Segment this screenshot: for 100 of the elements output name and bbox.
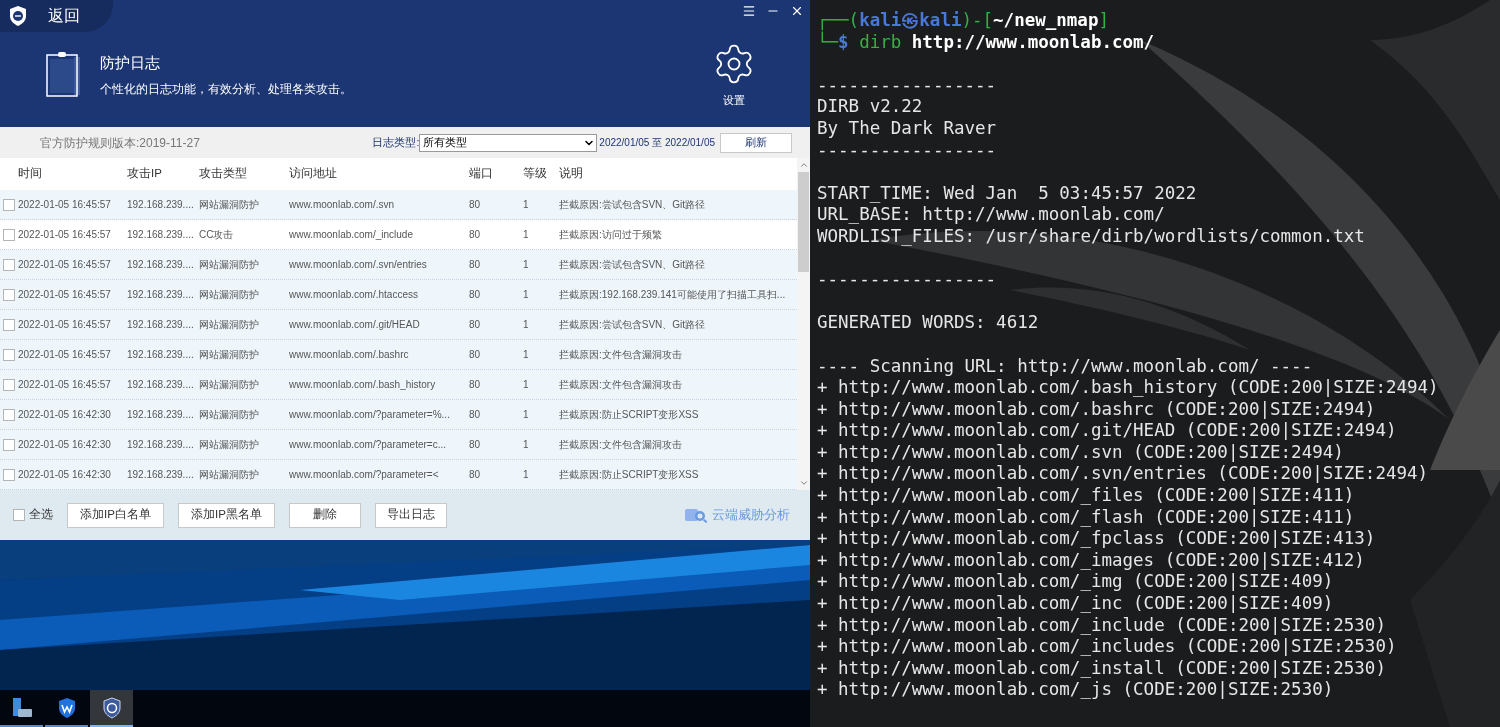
log-type-dropdown[interactable]: 所有类型: [419, 133, 598, 152]
table-cell-text: 拦截原因:文件包含漏洞攻击: [559, 378, 683, 392]
checkbox[interactable]: [3, 438, 15, 451]
table-cell-text: 192.168.239....: [127, 198, 195, 212]
checkbox[interactable]: [3, 228, 15, 241]
column-header: 攻击类型: [199, 166, 248, 182]
table-cell-text: 1: [523, 438, 530, 452]
table-cell-text: www.moonlab.com/.git/HEAD: [289, 318, 421, 332]
table-cell-text: 2022-01-05 16:42:30: [18, 468, 112, 482]
checkbox[interactable]: [13, 509, 25, 521]
table-cell-text: 网站漏洞防护: [199, 348, 260, 362]
shield-logo-icon: [101, 696, 122, 719]
table-cell-text: 2022-01-05 16:45:57: [18, 318, 112, 332]
table-cell-text: www.moonlab.com/?parameter=<: [289, 468, 440, 482]
table-row[interactable]: 2022-01-05 16:45:57 192.168.239.... 网站漏洞防护 www.moonlab.com/.git/HEAD 80 1 拦截原因:尝试包含SVN、Git路径: [0, 310, 797, 340]
table-row[interactable]: 2022-01-05 16:45:57 192.168.239.... 网站漏洞防护 www.moonlab.com/.bashrc 80 1 拦截原因:文件包含漏洞攻击: [0, 340, 797, 370]
select-all-label[interactable]: 全选: [29, 506, 53, 524]
table-cell-text: 网站漏洞防护: [199, 378, 260, 392]
table-cell-text: 拦截原因:192.168.239.141可能使用了扫描工具扫...: [559, 288, 787, 302]
table-cell-text: 192.168.239....: [127, 228, 195, 242]
table-cell-text: 192.168.239....: [127, 438, 195, 452]
table-cell-text: 1: [523, 468, 530, 482]
action-button[interactable]: 删除: [289, 502, 361, 528]
table-row[interactable]: 2022-01-05 16:45:57 192.168.239.... 网站漏洞防护 www.moonlab.com/.svn 80 1 拦截原因:尝试包含SVN、Git路径: [0, 190, 797, 220]
table-cell-text: 192.168.239....: [127, 318, 195, 332]
table-cell-text: 网站漏洞防护: [199, 468, 260, 482]
table-row[interactable]: 2022-01-05 16:42:30 192.168.239.... 网站漏洞防护 www.moonlab.com/?parameter=%... 80 1 拦截原因:防止SCRIPT变形XSS: [0, 400, 797, 430]
table-cell-text: www.moonlab.com/?parameter=c...: [289, 438, 447, 452]
action-button[interactable]: 添加IP黑名单: [178, 502, 275, 528]
page-subtitle: 个性化的日志功能，有效分析、处理各类攻击。: [100, 81, 352, 97]
taskbar-app[interactable]: [90, 690, 133, 727]
table-cell-text: 1: [523, 198, 530, 212]
table-cell-text: 80: [469, 258, 482, 272]
table-cell-text: CC攻击: [199, 228, 235, 242]
table-cell-text: 拦截原因:尝试包含SVN、Git路径: [559, 198, 707, 212]
table-row[interactable]: 2022-01-05 16:45:57 192.168.239.... 网站漏洞防护 www.moonlab.com/.svn/entries 80 1 拦截原因:尝试包含SVN、Git路径: [0, 250, 797, 280]
checkbox[interactable]: [3, 258, 15, 271]
refresh-button[interactable]: 刷新: [720, 132, 792, 153]
close-icon[interactable]: [790, 4, 804, 18]
shield-logo-icon: [8, 5, 28, 27]
table-cell-text: 192.168.239....: [127, 348, 195, 362]
table-row[interactable]: 2022-01-05 16:42:30 192.168.239.... 网站漏洞防护 www.moonlab.com/?parameter=< 80 1 拦截原因:防止SCRIPT变形XSS: [0, 460, 797, 490]
shield-icon: [56, 696, 77, 719]
checkbox[interactable]: [3, 288, 15, 301]
column-header: 端口: [469, 166, 494, 182]
checkbox[interactable]: [3, 318, 15, 331]
table-cell-text: 1: [523, 408, 530, 422]
table-row[interactable]: 2022-01-05 16:45:57 192.168.239.... 网站漏洞防护 www.moonlab.com/.bash_history 80 1 拦截原因:文件包含漏洞攻击: [0, 370, 797, 400]
checkbox[interactable]: [3, 468, 15, 481]
clipboard-icon: [46, 51, 82, 100]
column-header: 访问地址: [289, 166, 338, 182]
table-cell-text: 192.168.239....: [127, 258, 195, 272]
log-type-label: 日志类型:: [372, 134, 420, 150]
table-cell-text: 192.168.239....: [127, 378, 195, 392]
table-cell-text: 80: [469, 288, 482, 302]
scroll-up-icon[interactable]: [798, 160, 809, 170]
column-header: 等级: [523, 166, 548, 182]
table-cell-text: 拦截原因:文件包含漏洞攻击: [559, 438, 683, 452]
action-button[interactable]: 添加IP白名单: [67, 502, 164, 528]
checkbox[interactable]: [3, 348, 15, 361]
table-cell-text: www.moonlab.com/?parameter=%...: [289, 408, 451, 422]
table-cell-text: www.moonlab.com/.bashrc: [289, 348, 410, 362]
scroll-down-icon[interactable]: [798, 478, 809, 488]
menu-icon[interactable]: [742, 4, 756, 18]
table-row[interactable]: 2022-01-05 16:45:57 192.168.239.... 网站漏洞防护 www.moonlab.com/.htaccess 80 1 拦截原因:192.168.239.141可能使用了扫描工具扫...: [0, 280, 797, 310]
table-cell-text: 网站漏洞防护: [199, 258, 260, 272]
table-row[interactable]: 2022-01-05 16:42:30 192.168.239.... 网站漏洞防护 www.moonlab.com/?parameter=c... 80 1 拦截原因:文件包含漏洞攻击: [0, 430, 797, 460]
table-cell-text: 192.168.239....: [127, 468, 195, 482]
table-cell-text: 拦截原因:文件包含漏洞攻击: [559, 348, 683, 362]
checkbox[interactable]: [3, 408, 15, 421]
table-cell-text: www.moonlab.com/_include: [289, 228, 414, 242]
back-button[interactable]: 返回: [48, 4, 80, 28]
settings-button[interactable]: 设置: [712, 42, 756, 109]
table-cell-text: 192.168.239....: [127, 288, 195, 302]
table-cell-text: www.moonlab.com/.bash_history: [289, 378, 437, 392]
table-cell-text: 1: [523, 318, 530, 332]
table-cell-text: 拦截原因:尝试包含SVN、Git路径: [559, 318, 707, 332]
table-cell-text: 1: [523, 378, 530, 392]
table-cell-text: 2022-01-05 16:45:57: [18, 198, 112, 212]
table-cell-text: 2022-01-05 16:42:30: [18, 408, 112, 422]
table-cell-text: 80: [469, 348, 482, 362]
table-cell-text: 80: [469, 468, 482, 482]
cloud-search-icon: [684, 507, 708, 523]
column-header: 攻击IP: [127, 166, 163, 182]
table-cell-text: 1: [523, 288, 530, 302]
page-title: 防护日志: [100, 53, 161, 74]
table-cell-text: 1: [523, 348, 530, 362]
table-cell-text: 拦截原因:访问过于频繁: [559, 228, 663, 242]
table-cell-text: 2022-01-05 16:42:30: [18, 438, 112, 452]
checkbox[interactable]: [3, 198, 15, 211]
checkbox[interactable]: [3, 378, 15, 391]
table-cell-text: 192.168.239....: [127, 408, 195, 422]
table-cell-text: 1: [523, 258, 530, 272]
table-cell-text: 2022-01-05 16:45:57: [18, 378, 112, 392]
table-cell-text: 2022-01-05 16:45:57: [18, 348, 112, 362]
table-cell-text: 网站漏洞防护: [199, 198, 260, 212]
scrollbar[interactable]: [797, 158, 810, 490]
date-range: 2022/01/05 至 2022/01/05: [599, 136, 715, 150]
table-cell-text: 网站漏洞防护: [199, 438, 260, 452]
action-button[interactable]: 导出日志: [375, 502, 447, 528]
